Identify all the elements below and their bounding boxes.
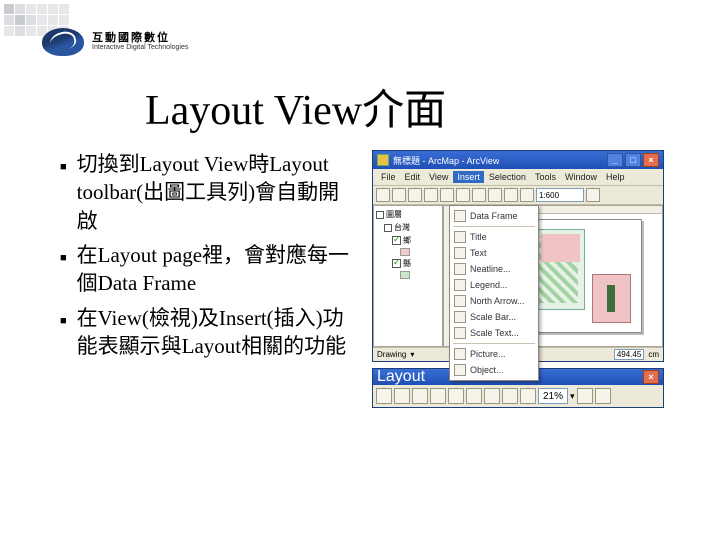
- fixed-zoomin-icon[interactable]: [466, 388, 482, 404]
- menu-item-dataframe[interactable]: Data Frame: [450, 208, 538, 224]
- minus-icon[interactable]: [376, 211, 384, 219]
- titlebar: 無標題 - ArcMap - ArcView _ □ ×: [373, 151, 663, 169]
- arcmap-window: 無標題 - ArcMap - ArcView _ □ × File Edit V…: [372, 150, 664, 362]
- bullet-list: 切換到Layout View時Layout toolbar(出圖工具列)會自動開…: [60, 150, 360, 366]
- print-icon[interactable]: [424, 188, 438, 202]
- insert-menu-dropdown[interactable]: Data Frame Title Text Neatline... Legend…: [449, 205, 539, 381]
- maximize-button[interactable]: □: [625, 153, 641, 167]
- minus-icon[interactable]: [384, 224, 392, 232]
- new-icon[interactable]: [376, 188, 390, 202]
- slide-title: Layout View介面: [145, 76, 446, 137]
- northarrow-icon: [454, 295, 466, 307]
- paste-icon[interactable]: [472, 188, 486, 202]
- open-icon[interactable]: [392, 188, 406, 202]
- add-data-icon[interactable]: [520, 188, 534, 202]
- prev-extent-icon[interactable]: [502, 388, 518, 404]
- picture-icon: [454, 348, 466, 360]
- screenshot-column: 無標題 - ArcMap - ArcView _ □ × File Edit V…: [372, 150, 664, 408]
- menu-item-legend[interactable]: Legend...: [450, 277, 538, 293]
- menu-item-scalebar[interactable]: Scale Bar...: [450, 309, 538, 325]
- scalebar-icon: [454, 311, 466, 323]
- coord-readout: 494.45: [614, 349, 644, 360]
- title-icon: [454, 231, 466, 243]
- layout-toolbar-title: Layout: [377, 368, 425, 386]
- change-layout-icon[interactable]: [595, 388, 611, 404]
- menu-window[interactable]: Window: [561, 171, 601, 183]
- menu-selection[interactable]: Selection: [485, 171, 530, 183]
- menu-file[interactable]: File: [377, 171, 400, 183]
- toc-layer-2[interactable]: 縣: [403, 258, 411, 269]
- table-of-contents[interactable]: 圖層 台灣 鄉 縣: [373, 205, 443, 347]
- zoom-out-icon[interactable]: [394, 388, 410, 404]
- undo-icon[interactable]: [488, 188, 502, 202]
- object-icon: [454, 364, 466, 376]
- checkbox-icon[interactable]: [392, 236, 401, 245]
- toggle-draft-icon[interactable]: [577, 388, 593, 404]
- scaletext-icon: [454, 327, 466, 339]
- menubar[interactable]: File Edit View Insert Selection Tools Wi…: [373, 169, 663, 186]
- fixed-zoomout-icon[interactable]: [484, 388, 500, 404]
- copy-icon[interactable]: [456, 188, 470, 202]
- zoom-percent-combo[interactable]: 21%: [538, 388, 568, 404]
- menu-item-title[interactable]: Title: [450, 229, 538, 245]
- menu-item-object[interactable]: Object...: [450, 362, 538, 378]
- toc-root[interactable]: 圖層: [386, 209, 402, 220]
- help-icon[interactable]: [586, 188, 600, 202]
- dataframe-icon: [454, 210, 466, 222]
- checkbox-icon[interactable]: [392, 259, 401, 268]
- toc-layer-1[interactable]: 鄉: [403, 235, 411, 246]
- chevron-down-icon[interactable]: ▾: [570, 391, 575, 402]
- menu-item-neatline[interactable]: Neatline...: [450, 261, 538, 277]
- app-icon: [377, 154, 389, 166]
- menu-view[interactable]: View: [425, 171, 452, 183]
- menu-insert[interactable]: Insert: [453, 171, 484, 183]
- bullet-2: 在Layout page裡，會對應每一個Data Frame: [77, 241, 360, 298]
- status-left-label: Drawing: [377, 350, 406, 359]
- layer-symbol-icon: [400, 271, 410, 279]
- zoom-100-icon[interactable]: [448, 388, 464, 404]
- next-extent-icon[interactable]: [520, 388, 536, 404]
- bullet-3: 在View(檢視)及Insert(插入)功能表顯示與Layout相關的功能: [77, 304, 360, 361]
- pan-icon[interactable]: [412, 388, 428, 404]
- toc-group[interactable]: 台灣: [394, 222, 410, 233]
- minimize-button[interactable]: _: [607, 153, 623, 167]
- layer-symbol-icon: [400, 248, 410, 256]
- standard-toolbar[interactable]: 1:600: [373, 186, 663, 205]
- pointer-icon[interactable]: [418, 349, 429, 360]
- scale-combo[interactable]: 1:600: [536, 188, 584, 202]
- menu-item-scaletext[interactable]: Scale Text...: [450, 325, 538, 341]
- rect-icon[interactable]: [433, 349, 444, 360]
- layout-toolbar-row[interactable]: 21% ▾: [373, 385, 663, 407]
- data-frame-2[interactable]: [592, 274, 631, 324]
- close-button[interactable]: ×: [643, 370, 659, 384]
- menu-edit[interactable]: Edit: [401, 171, 425, 183]
- window-title: 無標題 - ArcMap - ArcView: [393, 154, 499, 167]
- cut-icon[interactable]: [440, 188, 454, 202]
- close-button[interactable]: ×: [643, 153, 659, 167]
- logo-mark-icon: [42, 28, 84, 56]
- legend-icon: [454, 279, 466, 291]
- logo-text-en: Interactive Digital Technologies: [92, 44, 188, 51]
- unit-label: cm: [648, 350, 659, 359]
- redo-icon[interactable]: [504, 188, 518, 202]
- menu-item-northarrow[interactable]: North Arrow...: [450, 293, 538, 309]
- menu-help[interactable]: Help: [602, 171, 629, 183]
- save-icon[interactable]: [408, 188, 422, 202]
- logo-text-cn: 互動國際數位: [92, 33, 188, 44]
- menu-item-picture[interactable]: Picture...: [450, 346, 538, 362]
- zoom-in-icon[interactable]: [376, 388, 392, 404]
- neatline-icon: [454, 263, 466, 275]
- menu-item-text[interactable]: Text: [450, 245, 538, 261]
- text-icon: [454, 247, 466, 259]
- brand-logo: 互動國際數位 Interactive Digital Technologies: [42, 28, 188, 56]
- menu-tools[interactable]: Tools: [531, 171, 560, 183]
- bullet-1: 切換到Layout View時Layout toolbar(出圖工具列)會自動開…: [77, 150, 360, 235]
- zoom-whole-icon[interactable]: [430, 388, 446, 404]
